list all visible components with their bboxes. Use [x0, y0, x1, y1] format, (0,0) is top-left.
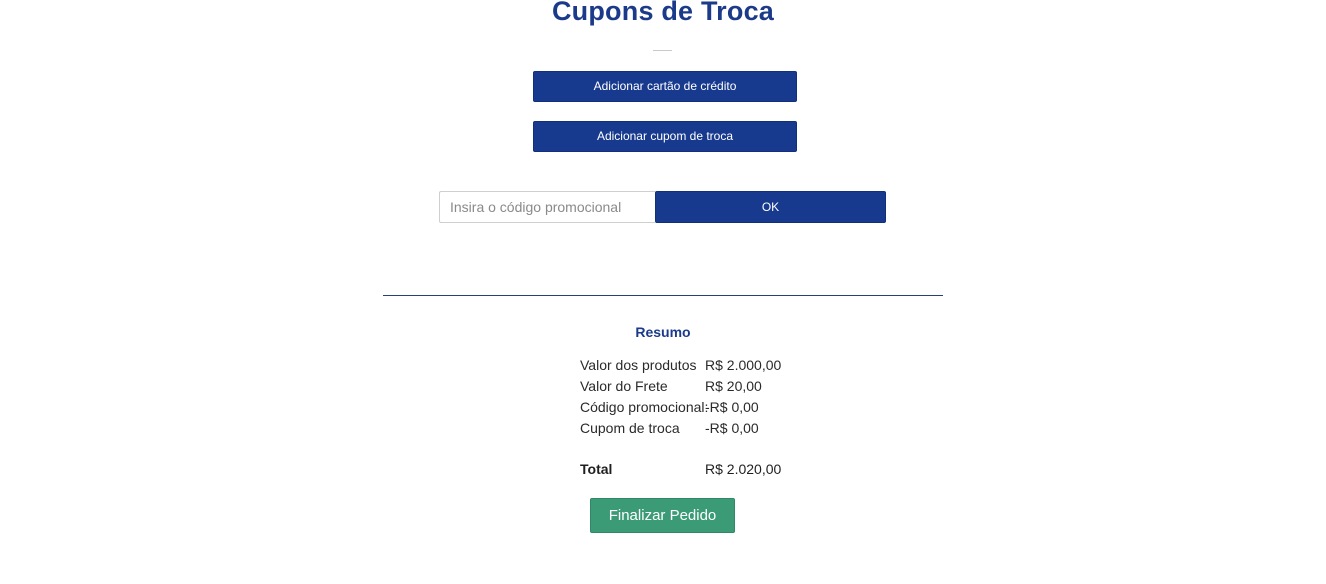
- summary-label: Cupom de troca: [580, 420, 680, 436]
- total-label: Total: [580, 461, 613, 477]
- summary-label: Valor do Frete: [580, 378, 668, 394]
- promo-ok-button[interactable]: OK: [655, 191, 886, 223]
- page-title: Cupons de Troca: [551, 0, 775, 26]
- summary-heading: Resumo: [635, 324, 691, 340]
- summary-row-exchange-coupon: Cupom de troca -R$ 0,00: [580, 418, 800, 439]
- finish-order-button[interactable]: Finalizar Pedido: [590, 498, 735, 533]
- summary-value: R$ 2.000,00: [705, 357, 782, 373]
- summary-label: Código promocional:: [580, 399, 709, 415]
- summary-total-row: Total R$ 2.020,00: [580, 459, 800, 480]
- promo-code-input[interactable]: [439, 191, 655, 223]
- add-credit-card-button[interactable]: Adicionar cartão de crédito: [533, 71, 797, 102]
- section-divider: [383, 295, 943, 296]
- summary-row-shipping: Valor do Frete R$ 20,00: [580, 376, 800, 397]
- summary-label: Valor dos produtos: [580, 357, 697, 373]
- total-value: R$ 2.020,00: [705, 461, 782, 477]
- add-exchange-coupon-button[interactable]: Adicionar cupom de troca: [533, 121, 797, 152]
- promo-code-form: OK: [439, 191, 886, 223]
- summary-value: -R$ 0,00: [705, 399, 759, 415]
- summary-value: -R$ 0,00: [705, 420, 759, 436]
- summary-row-products: Valor dos produtos R$ 2.000,00: [580, 355, 800, 376]
- summary-table: Valor dos produtos R$ 2.000,00 Valor do …: [580, 355, 800, 439]
- summary-value: R$ 20,00: [705, 378, 762, 394]
- title-divider: [653, 50, 672, 51]
- summary-row-promo-code: Código promocional: -R$ 0,00: [580, 397, 800, 418]
